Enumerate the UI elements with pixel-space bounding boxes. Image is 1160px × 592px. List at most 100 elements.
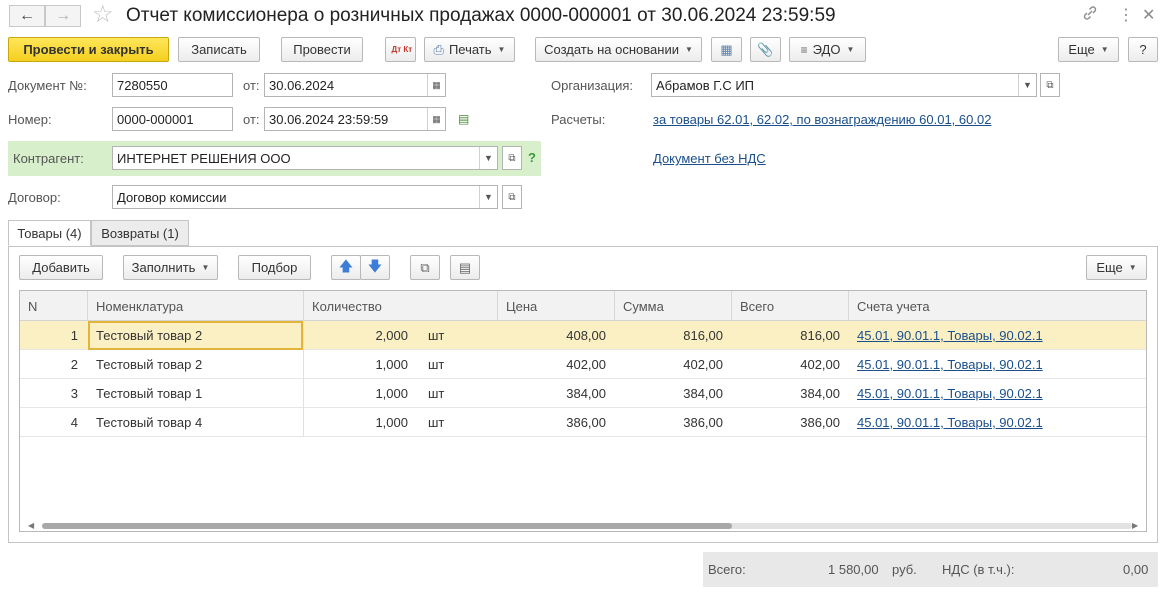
row-qty[interactable]: 1,000	[304, 379, 416, 408]
edo-button[interactable]: ≡ ЭДО ▼	[789, 37, 866, 62]
col-sum[interactable]: Сумма	[615, 291, 732, 321]
open-org-button[interactable]: ⧉	[1040, 73, 1060, 97]
row-sum[interactable]: 386,00	[615, 408, 731, 437]
tab-goods[interactable]: Товары (4)	[8, 220, 91, 246]
row-qty[interactable]: 1,000	[304, 408, 416, 437]
post-and-close-button[interactable]: Провести и закрыть	[8, 37, 169, 62]
doc-no-field[interactable]: 7280550	[112, 73, 233, 97]
row-n: 4	[70, 415, 78, 430]
chevron-down-icon[interactable]: ▼	[1018, 74, 1036, 96]
total-label: Всего:	[708, 562, 746, 577]
row-price[interactable]: 384,00	[498, 379, 614, 408]
chevron-down-icon: ▼	[846, 45, 855, 54]
move-up-button[interactable]: 🡅	[331, 255, 361, 280]
vat-document-link[interactable]: Документ без НДС	[653, 151, 766, 166]
help-button[interactable]: ?	[1128, 37, 1158, 62]
table-more-button[interactable]: Еще ▼	[1086, 255, 1147, 280]
scroll-left-icon[interactable]: ◀	[28, 521, 34, 530]
row-accounts-link[interactable]: 45.01, 90.01.1, Товары, 90.02.1	[849, 408, 1146, 437]
column-divider	[303, 321, 304, 437]
goods-table: N Номенклатура Количество Цена Сумма Все…	[19, 290, 1147, 532]
paperclip-icon: 📎	[757, 41, 774, 57]
scroll-right-icon[interactable]: ▶	[1132, 521, 1138, 530]
row-accounts-link[interactable]: 45.01, 90.01.1, Товары, 90.02.1	[849, 379, 1146, 408]
table-row[interactable]: 3 Тестовый товар 1 1,000 шт 384,00 384,0…	[20, 379, 1146, 408]
forward-button[interactable]: →	[45, 5, 81, 27]
back-button[interactable]: ←	[9, 5, 45, 27]
settlements-link[interactable]: за товары 62.01, 62.02, по вознаграждени…	[653, 112, 991, 127]
add-row-button[interactable]: Добавить	[19, 255, 103, 280]
counterparty-field[interactable]: ИНТЕРНЕТ РЕШЕНИЯ ООО ▼	[112, 146, 498, 170]
row-qty[interactable]: 2,000	[304, 321, 416, 350]
more-button[interactable]: Еще ▼	[1058, 37, 1119, 62]
printer-icon: ⎙	[433, 41, 444, 57]
fill-button[interactable]: Заполнить ▼	[123, 255, 218, 280]
table-row[interactable]: 1 Тестовый товар 2 2,000 шт 408,00 816,0…	[20, 321, 1146, 350]
row-total: 402,00	[800, 357, 840, 372]
row-sum[interactable]: 816,00	[615, 321, 731, 350]
row-price[interactable]: 408,00	[498, 321, 614, 350]
copy-button[interactable]: ⧉	[410, 255, 440, 280]
row-unit: шт	[428, 386, 445, 401]
row-item[interactable]: Тестовый товар 4	[88, 408, 303, 437]
open-counterparty-button[interactable]: ⧉	[502, 146, 522, 170]
contract-value: Договор комиссии	[117, 190, 227, 205]
row-price[interactable]: 386,00	[498, 408, 614, 437]
settlements-label: Расчеты:	[551, 112, 606, 127]
table-row[interactable]: 2 Тестовый товар 2 1,000 шт 402,00 402,0…	[20, 350, 1146, 379]
chevron-down-icon[interactable]: ▼	[479, 147, 497, 169]
row-accounts-link[interactable]: 45.01, 90.01.1, Товары, 90.02.1	[849, 350, 1146, 379]
contract-field[interactable]: Договор комиссии ▼	[112, 185, 498, 209]
doc-date-field[interactable]: 30.06.2024 ▦	[264, 73, 446, 97]
col-n[interactable]: N	[20, 291, 88, 321]
save-button[interactable]: Записать	[178, 37, 260, 62]
tab-returns[interactable]: Возвраты (1)	[91, 220, 189, 246]
link-icon[interactable]	[1082, 5, 1098, 26]
help-mark-icon[interactable]: ?	[528, 150, 536, 165]
dt-kt-button[interactable]: Дт Кт	[385, 37, 416, 62]
col-price[interactable]: Цена	[498, 291, 615, 321]
select-button[interactable]: Подбор	[238, 255, 311, 280]
row-item[interactable]: Тестовый товар 2	[88, 350, 303, 379]
row-price[interactable]: 402,00	[498, 350, 614, 379]
open-contract-button[interactable]: ⧉	[502, 185, 522, 209]
arrow-right-icon: →	[55, 7, 71, 24]
paste-button[interactable]: ▤	[450, 255, 480, 280]
row-unit: шт	[428, 328, 445, 343]
row-accounts-link[interactable]: 45.01, 90.01.1, Товары, 90.02.1	[849, 321, 1146, 350]
row-total: 386,00	[800, 415, 840, 430]
horizontal-scrollbar[interactable]: ◀ ▶	[28, 521, 1138, 530]
post-button[interactable]: Провести	[281, 37, 363, 62]
row-item[interactable]: Тестовый товар 1	[88, 379, 303, 408]
col-item[interactable]: Номенклатура	[88, 291, 304, 321]
favorite-star-icon[interactable]: ☆	[92, 2, 114, 28]
col-qty[interactable]: Количество	[304, 291, 498, 321]
calendar-icon[interactable]: ▦	[427, 108, 445, 130]
move-down-button[interactable]: 🡇	[360, 255, 390, 280]
row-item[interactable]: Тестовый товар 2	[88, 321, 303, 350]
status-check-icon[interactable]: ▤	[458, 112, 469, 126]
open-icon: ⧉	[1046, 79, 1054, 91]
number-field[interactable]: 0000-000001	[112, 107, 233, 131]
vat-value: 0,00	[1123, 562, 1149, 577]
create-based-on-button[interactable]: Создать на основании ▼	[535, 37, 702, 62]
structure-button[interactable]: ▦	[711, 37, 742, 62]
close-icon[interactable]: ✕	[1142, 5, 1155, 25]
org-field[interactable]: Абрамов Г.С ИП ▼	[651, 73, 1037, 97]
attachments-button[interactable]: 📎	[750, 37, 781, 62]
row-qty[interactable]: 1,000	[304, 350, 416, 379]
print-button[interactable]: ⎙ Печать ▼	[424, 37, 515, 62]
number-date-field[interactable]: 30.06.2024 23:59:59 ▦	[264, 107, 446, 131]
more-vertical-icon[interactable]: ⋮	[1118, 5, 1134, 25]
col-total[interactable]: Всего	[732, 291, 849, 321]
col-accounts[interactable]: Счета учета	[849, 291, 1146, 321]
copy-icon: ⧉	[420, 259, 430, 275]
scroll-thumb[interactable]	[42, 523, 732, 529]
table-row[interactable]: 4 Тестовый товар 4 1,000 шт 386,00 386,0…	[20, 408, 1146, 437]
calendar-icon[interactable]: ▦	[427, 74, 445, 96]
vat-label: НДС (в т.ч.):	[942, 562, 1015, 577]
row-total: 816,00	[800, 328, 840, 343]
chevron-down-icon[interactable]: ▼	[479, 186, 497, 208]
row-sum[interactable]: 384,00	[615, 379, 731, 408]
row-sum[interactable]: 402,00	[615, 350, 731, 379]
